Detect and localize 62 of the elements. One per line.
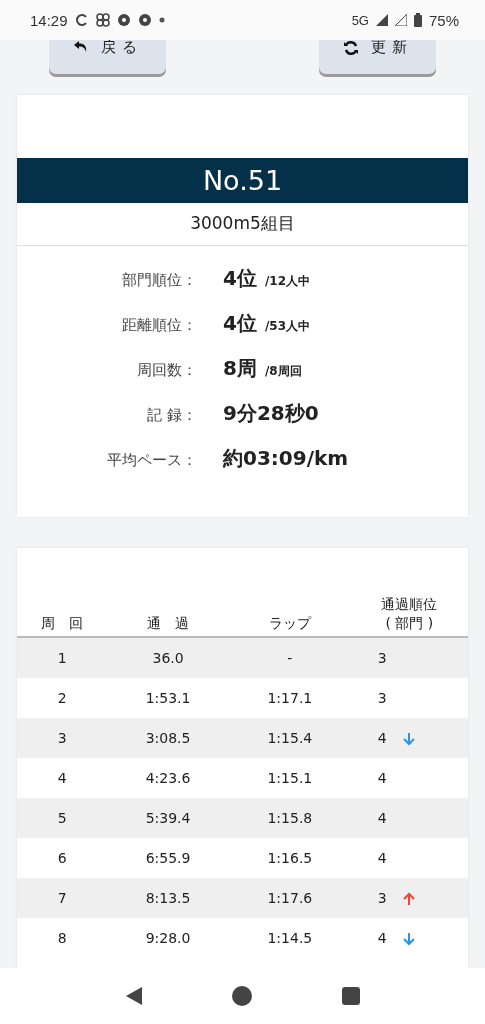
table-cell: 1:53.1 [107, 678, 229, 718]
stat-label: 平均ペース： [106, 450, 197, 471]
table-cell: 1:16.5 [228, 838, 351, 878]
table-cell: 8:13.5 [107, 878, 229, 918]
table-cell: 1:17.1 [228, 678, 351, 718]
stat-value: 4位 [223, 310, 257, 337]
stat-label: 部門順位： [121, 270, 197, 291]
table-cell: 9:28.0 [107, 918, 229, 958]
bib-number: No.51 [17, 158, 468, 203]
recents-icon[interactable] [342, 987, 361, 1005]
signal-icon [394, 14, 407, 26]
home-icon[interactable] [232, 986, 253, 1006]
table-cell: 36.0 [107, 637, 229, 678]
table-cell: 2 [17, 678, 108, 718]
table-cell: 3 [377, 650, 387, 666]
back-button[interactable]: 戻る [49, 40, 166, 74]
stat-value: 8周 [223, 355, 257, 382]
table-cell: 4:23.6 [107, 758, 229, 798]
stat-label: 記 録： [146, 405, 197, 426]
table-cell: 3 [377, 890, 387, 906]
back-icon[interactable] [124, 986, 143, 1006]
status-time: 14:29 [30, 11, 68, 29]
table-cell: - [228, 637, 351, 678]
battery-level: 75% [428, 11, 459, 29]
table-cell: 3 [377, 690, 387, 706]
table-cell: 1:15.1 [228, 758, 351, 798]
table-cell: 1:15.8 [228, 798, 351, 838]
table-cell: 4 [17, 758, 108, 798]
sync-icon [74, 13, 89, 27]
stat-value: 9分28秒0 [223, 400, 319, 427]
table-cell: 6:55.9 [107, 838, 229, 878]
table-cell: 5:39.4 [107, 798, 229, 838]
table-cell: 3 [17, 718, 108, 758]
table-cell: 6 [17, 838, 108, 878]
refresh-button[interactable]: 更新 [319, 40, 436, 74]
refresh-icon [342, 40, 359, 56]
stat-label: 距離順位： [121, 315, 197, 336]
network-label: 5G [351, 12, 369, 28]
table-cell: 1:17.6 [228, 878, 351, 918]
stat-value: 約03:09/km [223, 445, 349, 472]
back-arrow-icon [72, 40, 89, 54]
table-cell: 4 [377, 850, 387, 866]
battery-icon [413, 13, 422, 27]
table-cell: 7 [17, 878, 108, 918]
signal-icon [375, 14, 388, 26]
table-cell: 5 [17, 798, 108, 838]
stat-label: 周回数： [136, 360, 197, 381]
table-cell: 4 [377, 770, 387, 786]
table-cell: 1:15.4 [228, 718, 351, 758]
table-cell: 8 [17, 918, 108, 958]
stat-note: /12人中 [264, 273, 310, 290]
table-cell: 4 [377, 930, 387, 946]
table-cell: 3:08.5 [107, 718, 229, 758]
stat-note: /8周回 [264, 363, 302, 380]
dot-icon [158, 17, 165, 23]
table-cell: 4 [377, 730, 387, 746]
table-cell: 4 [377, 810, 387, 826]
stat-note: /53人中 [264, 318, 310, 335]
race-name: 3000m5組目 [17, 203, 468, 246]
table-cell: 1:14.5 [228, 918, 351, 958]
stat-value: 4位 [223, 265, 257, 292]
table-cell: 1 [17, 637, 108, 678]
